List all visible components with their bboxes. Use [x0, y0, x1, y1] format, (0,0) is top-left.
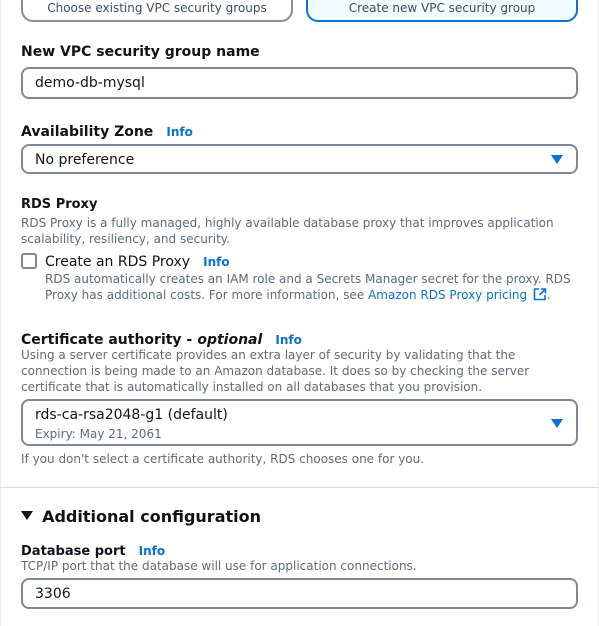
ca-optional: optional	[197, 332, 263, 348]
create-rds-proxy-checkbox[interactable]	[21, 253, 37, 269]
panel-left-border	[0, 0, 1, 626]
ca-label-row: Certificate authority - optional Info	[21, 329, 302, 348]
caret-down-icon	[21, 506, 33, 525]
ca-description: Using a server certificate provides an e…	[21, 348, 530, 394]
rds-proxy-info-link[interactable]: Info	[203, 255, 229, 269]
db-port-description: TCP/IP port that the database will use f…	[21, 559, 417, 573]
additional-config-toggle[interactable]: Additional configuration	[21, 506, 261, 526]
ca-label: Certificate authority -	[21, 332, 193, 348]
db-port-info-link[interactable]: Info	[139, 544, 165, 558]
sg-name-input[interactable]: demo-db-mysql	[21, 67, 578, 99]
sg-name-value: demo-db-mysql	[35, 75, 145, 91]
create-new-sg-tile[interactable]: Create new VPC security group	[306, 0, 578, 22]
create-new-sg-label: Create new VPC security group	[348, 1, 536, 15]
ca-info-link[interactable]: Info	[275, 333, 301, 347]
rds-proxy-checkbox-description: RDS automatically creates an IAM role an…	[45, 271, 581, 305]
external-link-icon[interactable]	[533, 288, 547, 305]
az-selected-value: No preference	[35, 152, 135, 168]
db-port-label: Database port	[21, 544, 126, 559]
choose-existing-sg-label: Choose existing VPC security groups	[47, 1, 267, 15]
db-port-value: 3306	[35, 586, 71, 602]
rds-proxy-heading: RDS Proxy	[21, 197, 98, 212]
sg-name-label: New VPC security group name	[21, 44, 260, 60]
db-port-label-row: Database port Info	[21, 540, 165, 559]
create-rds-proxy-label-row: Create an RDS Proxy Info	[45, 251, 230, 270]
create-rds-proxy-label[interactable]: Create an RDS Proxy	[45, 254, 190, 270]
choose-existing-sg-tile[interactable]: Choose existing VPC security groups	[21, 0, 293, 22]
ca-selected-value: rds-ca-rsa2048-g1 (default)	[35, 407, 228, 423]
az-label: Availability Zone	[21, 124, 154, 140]
az-info-link[interactable]: Info	[166, 125, 192, 139]
ca-select[interactable]: rds-ca-rsa2048-g1 (default) Expiry: May …	[21, 399, 578, 446]
rds-proxy-pricing-link[interactable]: Amazon RDS Proxy pricing	[368, 288, 527, 302]
ca-expiry: Expiry: May 21, 2061	[35, 427, 162, 441]
az-select[interactable]: No preference	[21, 144, 578, 174]
chevron-down-icon	[551, 419, 563, 428]
chevron-down-icon	[551, 155, 563, 164]
ca-hint: If you don't select a certificate author…	[21, 452, 425, 466]
az-label-row: Availability Zone Info	[21, 121, 193, 140]
section-divider	[0, 487, 599, 488]
rds-proxy-link-suffix: .	[546, 288, 551, 302]
rds-proxy-description: RDS Proxy is a fully managed, highly ava…	[21, 216, 554, 246]
additional-config-heading: Additional configuration	[42, 507, 262, 526]
db-port-input[interactable]: 3306	[21, 578, 578, 609]
